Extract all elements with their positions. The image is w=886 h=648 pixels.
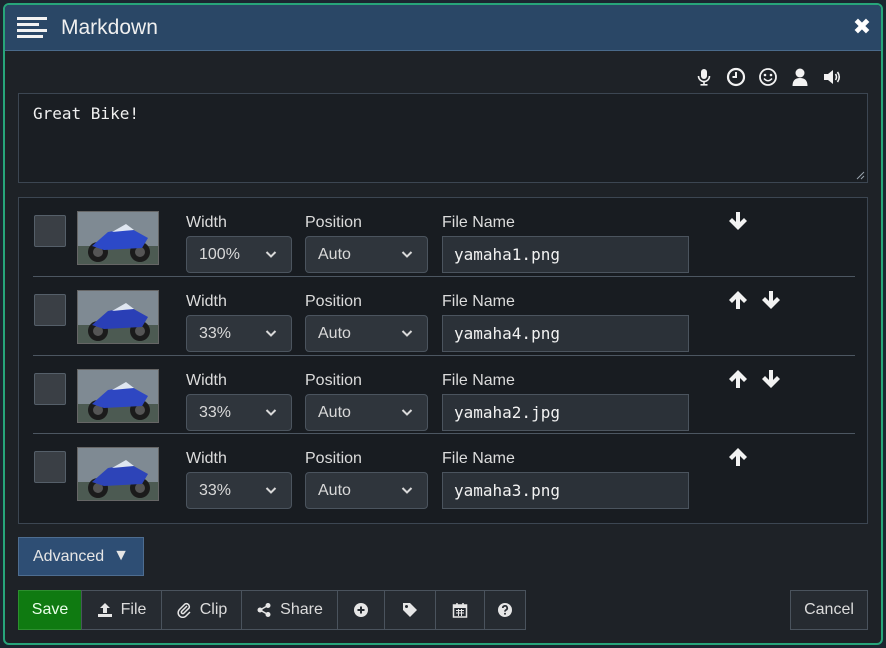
clip-label: Clip (199, 601, 228, 618)
advanced-button[interactable]: Advanced ▼ (18, 537, 144, 576)
tag-icon (403, 603, 417, 617)
position-label: Position (305, 214, 362, 231)
markdown-editor[interactable]: Great Bike! (18, 93, 868, 183)
file-name-input[interactable]: yamaha1.png (442, 236, 689, 273)
clock-icon[interactable] (725, 66, 747, 88)
help-button[interactable] (484, 590, 526, 630)
resize-grip-icon[interactable] (856, 171, 865, 180)
position-value: Auto (318, 246, 351, 263)
file-name-label: File Name (442, 372, 515, 389)
upload-icon (97, 603, 112, 617)
file-name-input[interactable]: yamaha2.jpg (442, 394, 689, 431)
move-up-icon[interactable] (727, 446, 749, 468)
share-button[interactable]: Share (241, 590, 338, 630)
width-label: Width (186, 450, 227, 467)
add-button[interactable] (337, 590, 385, 630)
calendar-icon (452, 603, 468, 618)
position-select[interactable]: Auto (305, 236, 428, 273)
image-row: Width Position File Name 100% Auto yamaha1.pn… (33, 198, 855, 277)
advanced-label: Advanced (33, 548, 105, 565)
select-checkbox[interactable] (34, 373, 66, 405)
width-value: 33% (199, 325, 232, 342)
width-select[interactable]: 33% (186, 394, 292, 431)
width-value: 33% (199, 404, 232, 421)
width-select[interactable]: 100% (186, 236, 292, 273)
width-select[interactable]: 33% (186, 472, 292, 509)
select-checkbox[interactable] (34, 451, 66, 483)
save-label: Save (31, 601, 69, 618)
titlebar: Markdown ✖ (5, 5, 881, 51)
position-value: Auto (318, 482, 351, 499)
image-row: Width Position File Name 33% Auto yamaha3.png (33, 434, 855, 512)
image-thumbnail (77, 290, 159, 344)
image-list: Width Position File Name 100% Auto yamaha1.pn… (18, 197, 868, 524)
file-name-value: yamaha2.jpg (454, 403, 560, 422)
file-name-value: yamaha3.png (454, 481, 560, 500)
width-select[interactable]: 33% (186, 315, 292, 352)
action-bar: Save File Clip Share (18, 590, 526, 630)
position-value: Auto (318, 325, 351, 342)
image-row: Width Position File Name 33% Auto yamaha4.png (33, 277, 855, 356)
move-down-icon[interactable] (760, 368, 782, 390)
file-name-value: yamaha1.png (454, 245, 560, 264)
select-checkbox[interactable] (34, 294, 66, 326)
position-label: Position (305, 450, 362, 467)
triangle-down-icon: ▼ (113, 547, 129, 564)
plus-circle-icon (354, 603, 368, 617)
file-label: File (120, 601, 147, 618)
position-label: Position (305, 293, 362, 310)
position-value: Auto (318, 404, 351, 421)
share-icon (257, 603, 271, 617)
file-name-label: File Name (442, 214, 515, 231)
image-row: Width Position File Name 33% Auto yamaha2.jpg (33, 356, 855, 434)
image-thumbnail (77, 369, 159, 423)
question-circle-icon (498, 603, 512, 617)
move-up-icon[interactable] (727, 368, 749, 390)
file-name-input[interactable]: yamaha4.png (442, 315, 689, 352)
clip-button[interactable]: Clip (161, 590, 242, 630)
file-name-label: File Name (442, 450, 515, 467)
position-select[interactable]: Auto (305, 472, 428, 509)
editor-text: Great Bike! (33, 104, 139, 123)
width-value: 100% (199, 246, 240, 263)
move-up-icon[interactable] (727, 289, 749, 311)
microphone-icon[interactable] (693, 66, 715, 88)
image-thumbnail (77, 211, 159, 265)
move-down-icon[interactable] (760, 289, 782, 311)
tag-button[interactable] (384, 590, 436, 630)
width-label: Width (186, 372, 227, 389)
position-select[interactable]: Auto (305, 315, 428, 352)
smiley-icon[interactable] (757, 66, 779, 88)
position-label: Position (305, 372, 362, 389)
calendar-button[interactable] (435, 590, 485, 630)
cancel-label: Cancel (804, 601, 854, 618)
move-down-icon[interactable] (727, 210, 749, 232)
user-icon[interactable] (789, 66, 811, 88)
file-button[interactable]: File (81, 590, 162, 630)
width-label: Width (186, 214, 227, 231)
select-checkbox[interactable] (34, 215, 66, 247)
dialog-title: Markdown (61, 16, 158, 39)
file-name-input[interactable]: yamaha3.png (442, 472, 689, 509)
width-value: 33% (199, 482, 232, 499)
markdown-dialog: Markdown ✖ Great Bike! Width Position File… (3, 3, 883, 645)
speaker-icon[interactable] (821, 66, 843, 88)
file-name-value: yamaha4.png (454, 324, 560, 343)
image-thumbnail (77, 447, 159, 501)
align-left-icon (17, 17, 47, 39)
save-button[interactable]: Save (18, 590, 82, 630)
share-label: Share (280, 601, 323, 618)
cancel-button[interactable]: Cancel (790, 590, 868, 630)
paperclip-icon (177, 602, 191, 618)
width-label: Width (186, 293, 227, 310)
editor-tools (693, 66, 843, 88)
file-name-label: File Name (442, 293, 515, 310)
close-icon[interactable]: ✖ (851, 16, 873, 38)
position-select[interactable]: Auto (305, 394, 428, 431)
